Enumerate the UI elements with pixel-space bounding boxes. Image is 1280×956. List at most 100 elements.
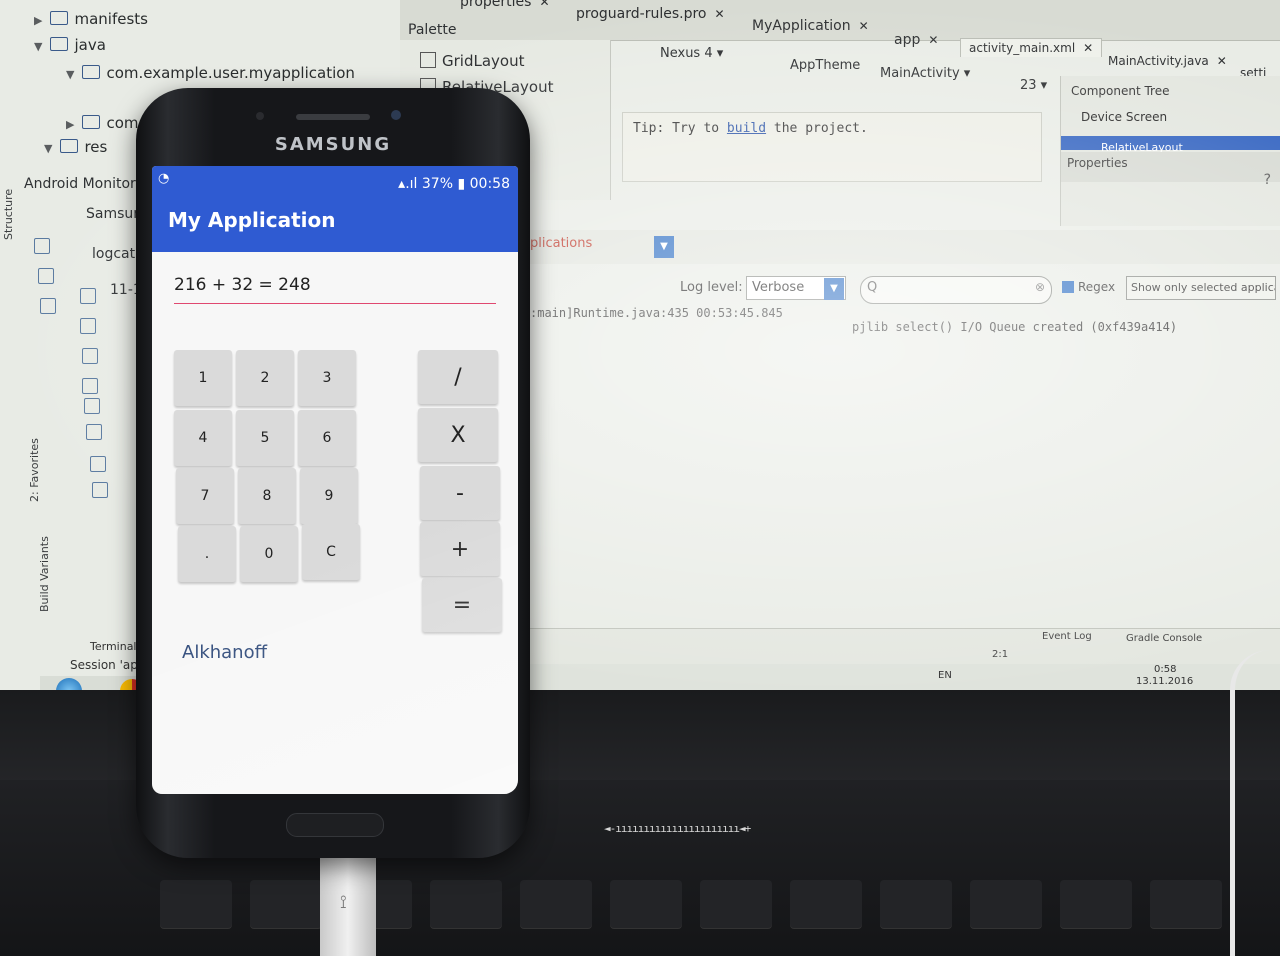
key-decimal[interactable]: . — [178, 526, 236, 582]
run-icon[interactable] — [38, 268, 54, 284]
terminal-tab[interactable]: Terminal — [90, 640, 137, 653]
tab-app[interactable]: app ✕ — [894, 32, 938, 48]
tab-proguard[interactable]: proguard-rules.pro ✕ — [576, 6, 725, 22]
filter-select[interactable]: Show only selected application — [1126, 276, 1276, 300]
checkbox-checked-icon — [1062, 281, 1074, 293]
close-icon[interactable]: ✕ — [714, 7, 724, 21]
collapse-arrow-icon[interactable]: ▼ — [66, 68, 74, 81]
tree-item-java[interactable]: ▼ java — [34, 36, 106, 54]
app-bar: My Application — [152, 196, 518, 252]
favorites-tab[interactable]: 2: Favorites — [28, 438, 41, 502]
build-variants-tab[interactable]: Build Variants — [38, 536, 51, 612]
collapse-arrow-icon[interactable]: ▼ — [44, 142, 52, 155]
close-icon[interactable]: ✕ — [1083, 41, 1093, 55]
search-icon: Q — [867, 280, 878, 295]
tree-item-res[interactable]: ▼ res — [44, 138, 107, 156]
tree-item-com[interactable]: ▶ com — [66, 114, 139, 132]
expand-arrow-icon[interactable]: ▶ — [34, 14, 42, 27]
build-link[interactable]: build — [727, 121, 766, 136]
tree-item-package[interactable]: ▼ com.example.user.myapplication — [66, 64, 355, 82]
key-0[interactable]: 0 — [240, 526, 298, 582]
gradle-console-button[interactable]: Gradle Console — [1126, 633, 1202, 644]
clock-time: 0:58 — [1154, 664, 1177, 675]
add-button[interactable]: + — [420, 522, 500, 576]
expand-arrow-icon[interactable]: ▶ — [66, 118, 74, 131]
chevron-down-icon[interactable]: ▼ — [654, 236, 674, 258]
status-right: ▴.ıl 37% ▮ 00:58 — [398, 176, 510, 192]
f-key[interactable] — [160, 880, 232, 928]
tree-node-device-screen[interactable]: Device Screen — [1081, 110, 1167, 124]
help-icon[interactable]: ? — [1264, 172, 1271, 188]
structure-tab[interactable]: Structure — [2, 189, 15, 240]
palette-item-gridlayout[interactable]: GridLayout — [420, 52, 524, 70]
clear-icon[interactable]: ⊗ — [1035, 280, 1045, 294]
multiply-button[interactable]: X — [418, 408, 498, 462]
key-5[interactable]: 5 — [236, 410, 294, 466]
close-icon[interactable]: ✕ — [1217, 54, 1227, 68]
component-tree-panel: Component Tree Device Screen RelativeLay… — [1060, 76, 1280, 226]
tree-item-manifests[interactable]: ▶ manifests — [34, 10, 148, 28]
regex-checkbox[interactable]: Regex — [1062, 280, 1115, 294]
close-icon[interactable]: ✕ — [859, 19, 869, 33]
f-key[interactable] — [520, 880, 592, 928]
close-icon[interactable]: ✕ — [928, 33, 938, 47]
screen-record-icon[interactable] — [40, 298, 56, 314]
clear-log-icon[interactable] — [80, 288, 96, 304]
scroll-end-icon[interactable] — [80, 318, 96, 334]
key-9[interactable]: 9 — [300, 468, 358, 524]
tab-myapplication[interactable]: MyApplication ✕ — [752, 18, 869, 34]
key-7[interactable]: 7 — [176, 468, 234, 524]
chevron-down-icon[interactable]: ▼ — [824, 278, 844, 300]
folder-icon — [50, 37, 69, 51]
properties-title: Properties — [1061, 152, 1280, 182]
component-tree-title: Component Tree — [1071, 84, 1170, 98]
key-2[interactable]: 2 — [236, 350, 294, 406]
key-1[interactable]: 1 — [174, 350, 232, 406]
f-key[interactable] — [880, 880, 952, 928]
event-log-button[interactable]: Event Log — [1042, 631, 1092, 642]
theme-dropdown[interactable]: AppTheme — [790, 58, 860, 73]
camera-icon[interactable] — [34, 238, 50, 254]
f-key[interactable] — [250, 880, 322, 928]
key-3[interactable]: 3 — [298, 350, 356, 406]
logcat-tab[interactable]: logcat — [92, 246, 135, 262]
key-8[interactable]: 8 — [238, 468, 296, 524]
tab-activity-main[interactable]: activity_main.xml ✕ — [960, 38, 1103, 57]
android-monitor-label[interactable]: Android Monitor — [24, 176, 136, 192]
editor-tabs: properties ✕ proguard-rules.pro ✕ MyApplic… — [400, 0, 1280, 48]
f-key[interactable] — [1150, 880, 1222, 928]
gear-icon[interactable] — [92, 482, 108, 498]
activity-dropdown[interactable]: MainActivity ▾ — [880, 66, 970, 81]
print-icon[interactable] — [86, 424, 102, 440]
tree-node-relative[interactable]: RelativeLayout — [1061, 136, 1280, 154]
restart-icon[interactable] — [90, 456, 106, 472]
calculator-display-input[interactable] — [174, 270, 496, 304]
close-icon[interactable]: ✕ — [539, 0, 549, 9]
f-key[interactable] — [700, 880, 772, 928]
f-key[interactable] — [430, 880, 502, 928]
up-arrow-icon[interactable] — [82, 348, 98, 364]
tab-properties[interactable]: properties ✕ — [460, 0, 550, 10]
f-key[interactable] — [610, 880, 682, 928]
down-arrow-icon[interactable] — [82, 378, 98, 394]
divide-button[interactable]: / — [418, 350, 498, 404]
f-key[interactable] — [970, 880, 1042, 928]
log-search-input[interactable]: Q ⊗ — [860, 276, 1052, 304]
key-4[interactable]: 4 — [174, 410, 232, 466]
api-dropdown[interactable]: 23 ▾ — [1020, 78, 1047, 93]
f-key[interactable] — [790, 880, 862, 928]
f-key[interactable] — [1060, 880, 1132, 928]
language-indicator[interactable]: EN — [938, 670, 952, 681]
equals-button[interactable]: = — [422, 578, 502, 632]
soft-wrap-icon[interactable] — [84, 398, 100, 414]
device-dropdown[interactable]: Nexus 4 ▾ — [660, 46, 723, 61]
usb-icon: ⟟ — [340, 892, 347, 913]
home-button[interactable] — [286, 813, 384, 837]
key-clear[interactable]: C — [302, 524, 360, 580]
ide-status-bar: Event Log Gradle Console 2:1 — [530, 628, 1280, 669]
tab-mainactivity[interactable]: MainActivity.java ✕ — [1108, 54, 1227, 68]
collapse-arrow-icon[interactable]: ▼ — [34, 40, 42, 53]
subtract-button[interactable]: - — [420, 466, 500, 520]
app-selector[interactable]: plications — [530, 236, 592, 251]
key-6[interactable]: 6 — [298, 410, 356, 466]
